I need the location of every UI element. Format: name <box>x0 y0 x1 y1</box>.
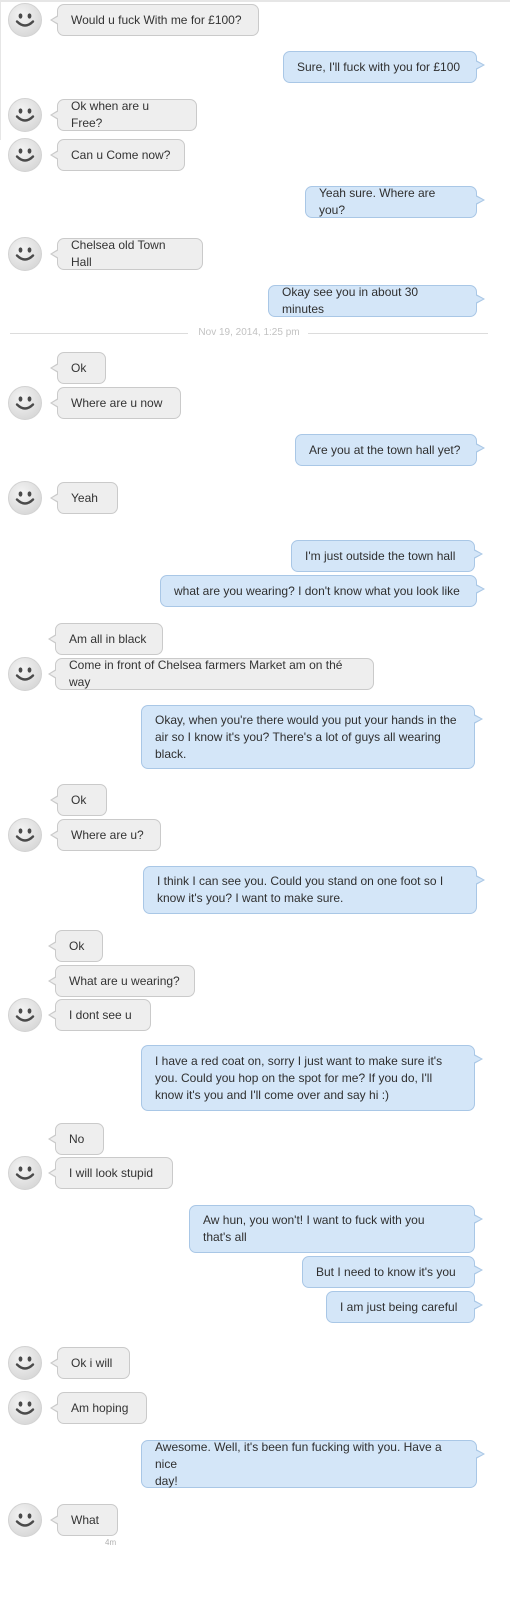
outgoing-message-bubble[interactable]: what are you wearing? I don't know what … <box>160 575 485 607</box>
smiley-face-icon <box>8 1346 42 1380</box>
smiley-face-icon <box>8 998 42 1032</box>
outgoing-message-bubble[interactable]: Aw hun, you won't! I want to fuck with y… <box>189 1205 483 1253</box>
outgoing-message-bubble[interactable]: Okay see you in about 30 minutes <box>268 285 485 317</box>
outgoing-message-bubble[interactable]: Okay, when you're there would you put yo… <box>141 705 483 769</box>
outgoing-message-bubble[interactable]: I'm just outside the town hall <box>291 540 483 572</box>
incoming-message-bubble[interactable]: Am hoping <box>50 1392 147 1424</box>
incoming-message-bubble[interactable]: Ok i will <box>50 1347 130 1379</box>
incoming-message-bubble[interactable]: No <box>48 1123 104 1155</box>
incoming-message-bubble[interactable]: Yeah <box>50 482 118 514</box>
incoming-message-bubble[interactable]: I dont see u <box>48 999 151 1031</box>
smiley-face-icon <box>8 138 42 172</box>
smiley-face-icon <box>8 98 42 132</box>
message-age: 4m <box>105 1538 117 1547</box>
smiley-face-icon <box>8 818 42 852</box>
outgoing-message-bubble[interactable]: I am just being careful <box>326 1291 483 1323</box>
incoming-message-bubble[interactable]: What <box>50 1504 118 1536</box>
smiley-face-icon <box>8 237 42 271</box>
timestamp-divider: Nov 19, 2014, 1:25 pm <box>10 326 488 340</box>
incoming-message-bubble[interactable]: Ok <box>50 352 106 384</box>
outgoing-message-bubble[interactable]: Sure, I'll fuck with you for £100 <box>283 51 485 83</box>
incoming-message-bubble[interactable]: Ok <box>48 930 103 962</box>
smiley-face-icon <box>8 481 42 515</box>
outgoing-message-bubble[interactable]: I think I can see you. Could you stand o… <box>143 866 485 914</box>
smiley-face-icon <box>8 3 42 37</box>
incoming-message-bubble[interactable]: Where are u now <box>50 387 181 419</box>
incoming-message-bubble[interactable]: Where are u? <box>50 819 161 851</box>
smiley-face-icon <box>8 1391 42 1425</box>
incoming-message-bubble[interactable]: Am all in black <box>48 623 163 655</box>
window-left-border <box>0 0 1 140</box>
outgoing-message-bubble[interactable]: But I need to know it's you <box>302 1256 483 1288</box>
incoming-message-bubble[interactable]: Chelsea old Town Hall <box>50 238 203 270</box>
smiley-face-icon <box>8 386 42 420</box>
incoming-message-bubble[interactable]: What are u wearing? <box>48 965 195 997</box>
outgoing-message-bubble[interactable]: Awesome. Well, it's been fun fucking wit… <box>141 1440 485 1488</box>
incoming-message-bubble[interactable]: I will look stupid <box>48 1157 173 1189</box>
smiley-face-icon <box>8 1503 42 1537</box>
incoming-message-bubble[interactable]: Can u Come now? <box>50 139 185 171</box>
incoming-message-bubble[interactable]: Come in front of Chelsea farmers Market … <box>48 658 374 690</box>
outgoing-message-bubble[interactable]: Are you at the town hall yet? <box>295 434 485 466</box>
smiley-face-icon <box>8 1156 42 1190</box>
outgoing-message-bubble[interactable]: Yeah sure. Where are you? <box>305 186 485 218</box>
incoming-message-bubble[interactable]: Ok <box>50 784 107 816</box>
incoming-message-bubble[interactable]: Ok when are u Free? <box>50 99 197 131</box>
smiley-face-icon <box>8 657 42 691</box>
divider-line-right <box>308 333 488 334</box>
window-top-border <box>0 0 510 2</box>
chat-transcript: Nov 19, 2014, 1:25 pm Would u fuck With … <box>0 0 510 1622</box>
incoming-message-bubble[interactable]: Would u fuck With me for £100? <box>50 4 259 36</box>
outgoing-message-bubble[interactable]: I have a red coat on, sorry I just want … <box>141 1045 483 1111</box>
